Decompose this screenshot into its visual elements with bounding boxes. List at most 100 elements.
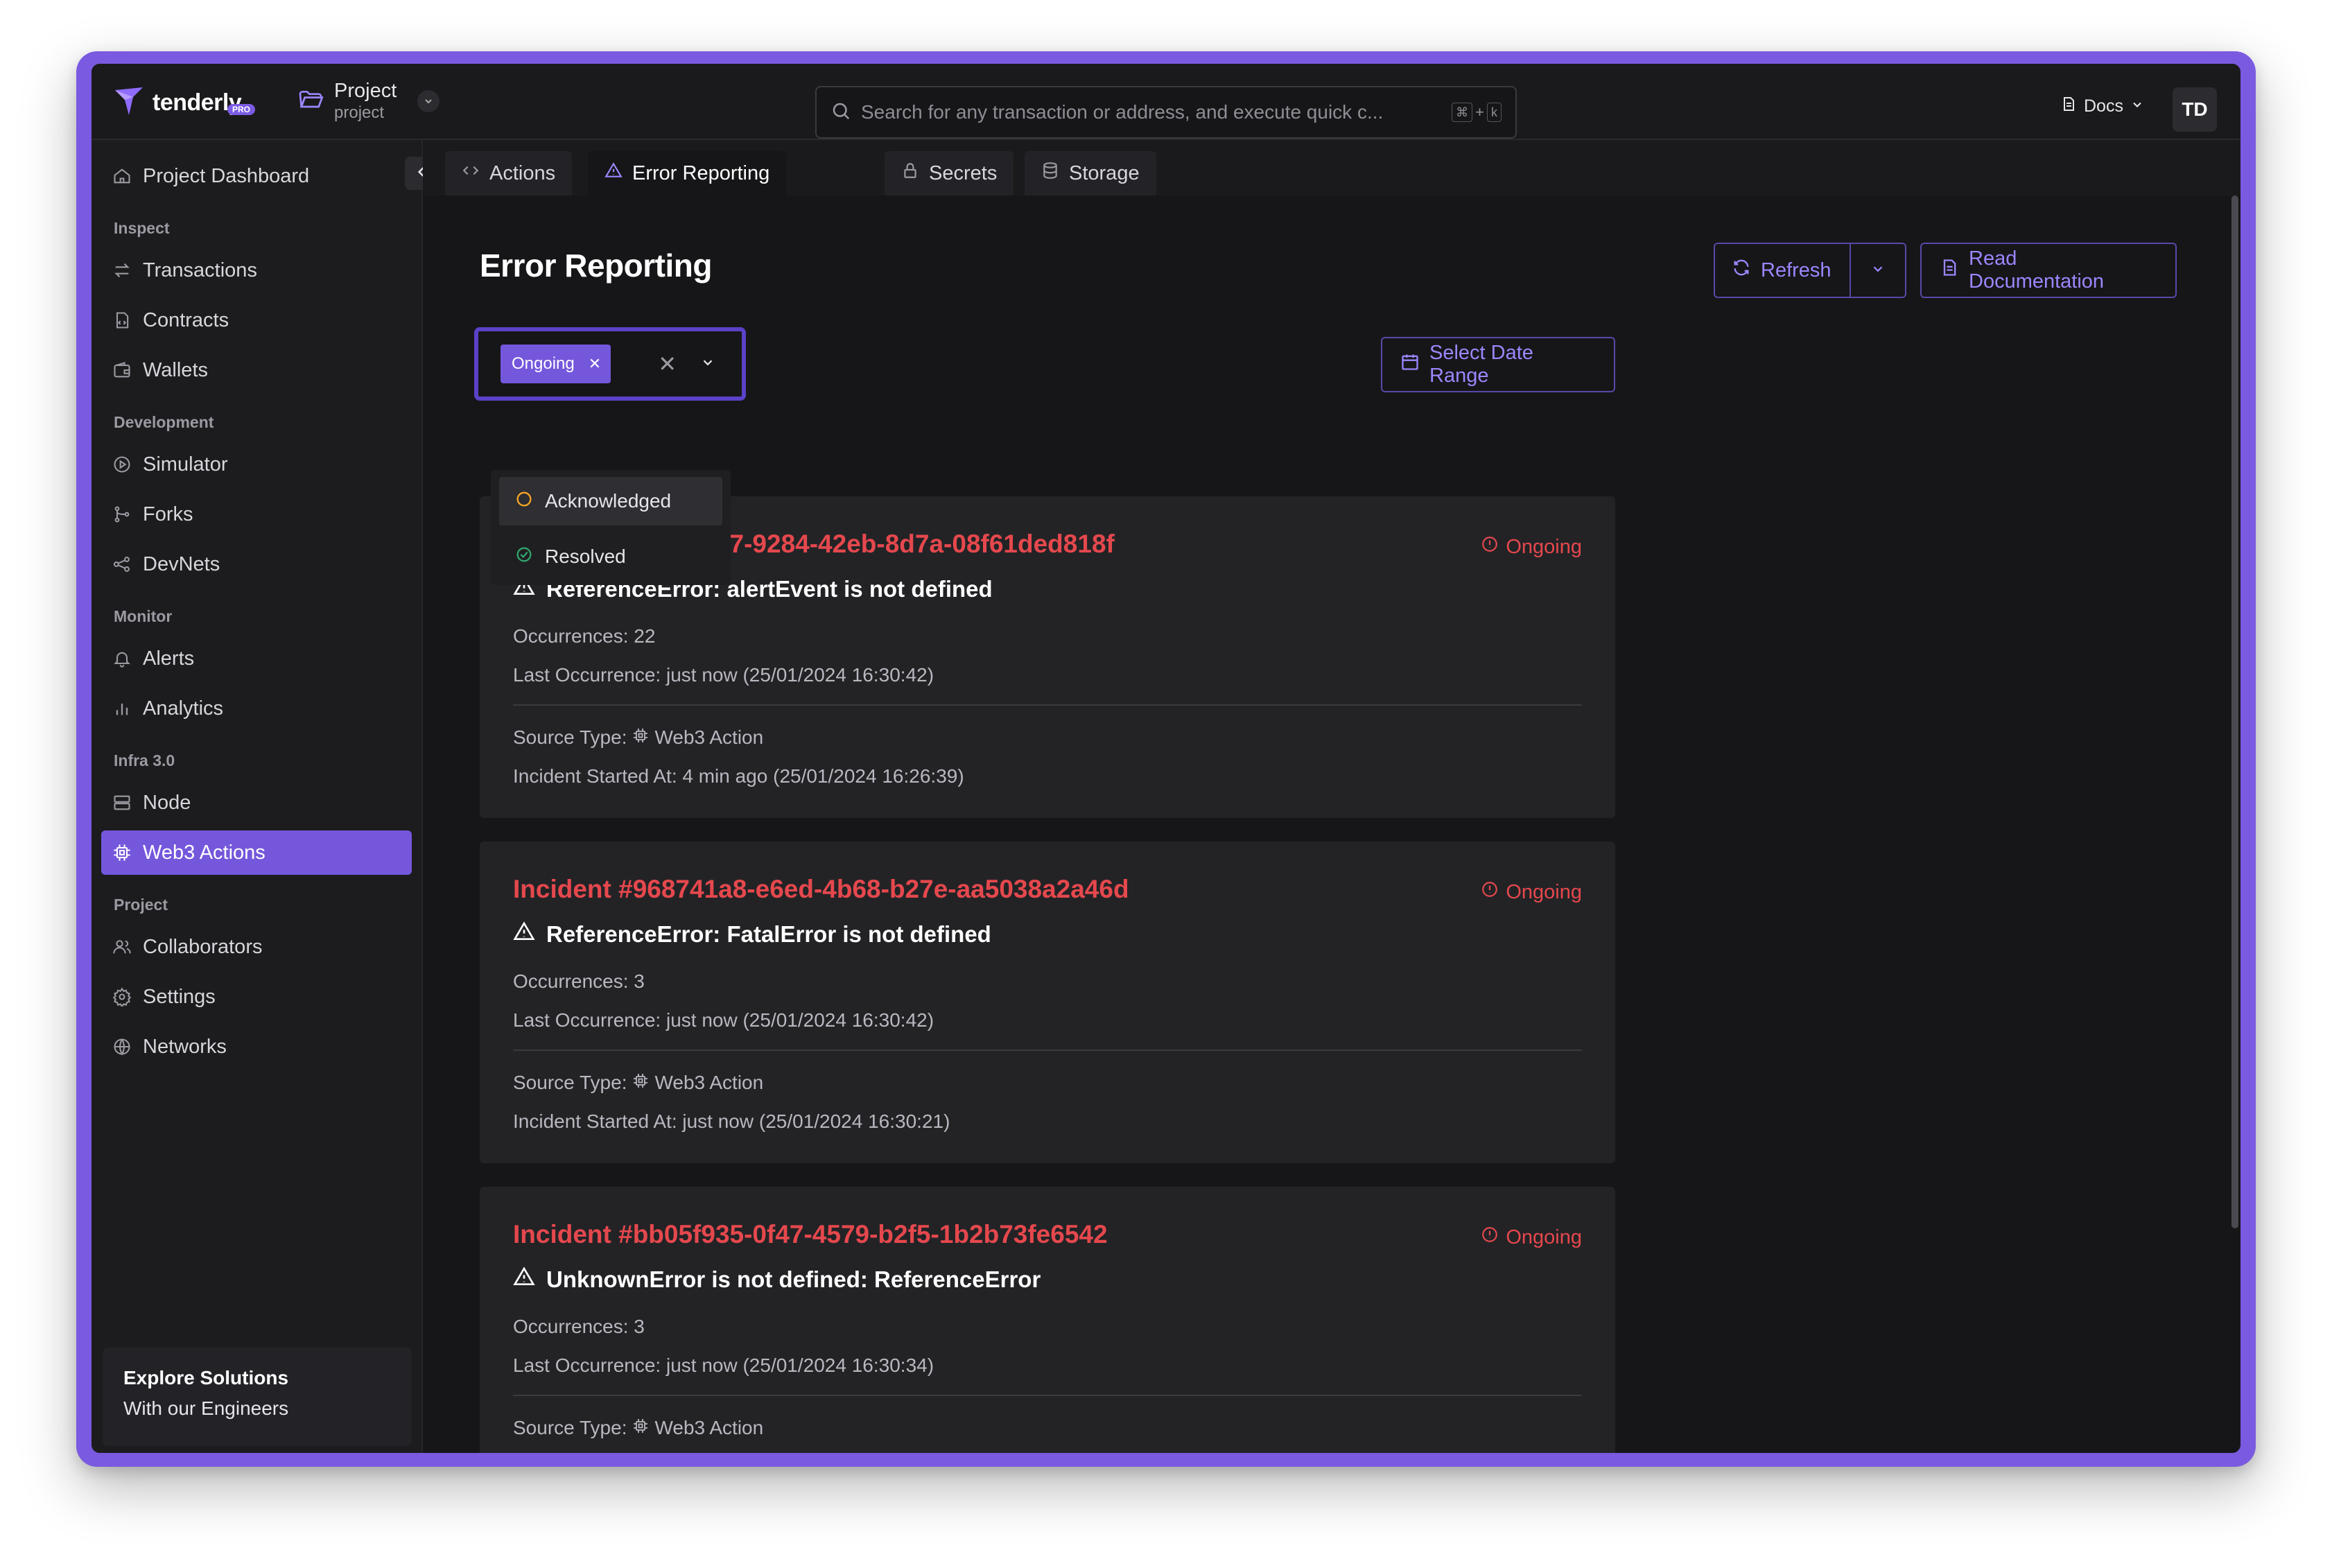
chevron-down-icon[interactable] (700, 355, 715, 374)
sidebar-item-wallets[interactable]: Wallets (101, 348, 412, 392)
project-switcher[interactable]: Project project (297, 79, 440, 123)
bar-chart-icon (112, 699, 132, 718)
sidebar-item-collaborators[interactable]: Collaborators (101, 925, 412, 969)
search-input[interactable]: Search for any transaction or address, a… (815, 86, 1517, 139)
chip-icon (112, 843, 132, 862)
warning-triangle-icon (513, 921, 535, 948)
scroll-thumb[interactable] (2231, 195, 2238, 1228)
sidebar-item-forks[interactable]: Forks (101, 492, 412, 537)
warning-triangle-icon (604, 162, 623, 185)
explore-subtitle: With our Engineers (123, 1397, 289, 1419)
git-fork-icon (112, 505, 132, 524)
status-badge: Ongoing (1481, 1226, 1582, 1249)
read-documentation-button[interactable]: Read Documentation (1920, 243, 2177, 298)
chevron-down-icon[interactable] (417, 90, 440, 112)
source-type: Source Type: Web3 Action (513, 726, 763, 749)
alert-circle-icon (1481, 880, 1499, 904)
source-type: Source Type: Web3 Action (513, 1072, 763, 1094)
lock-icon (901, 162, 919, 185)
code-icon (462, 162, 480, 185)
incident-card[interactable]: Incident #bb05f935-0f47-4579-b2f5-1b2b73… (480, 1187, 1615, 1453)
occurrences: Occurrences: 22 (513, 625, 656, 647)
explore-solutions-card[interactable]: Explore Solutions With our Engineers (103, 1348, 412, 1446)
sidebar-item-alerts[interactable]: Alerts (101, 636, 412, 681)
incident-error: UnknownError is not defined: ReferenceEr… (513, 1266, 1041, 1293)
sidebar-item-label: DevNets (143, 552, 220, 575)
clear-filter-icon[interactable]: ✕ (658, 351, 677, 377)
tab-actions[interactable]: Actions (445, 151, 573, 195)
tab-error-reporting[interactable]: Error Reporting (588, 151, 787, 195)
sidebar-item-contracts[interactable]: Contracts (101, 298, 412, 342)
divider (513, 1395, 1582, 1396)
sidebar-item-dashboard[interactable]: Project Dashboard (101, 154, 412, 198)
refresh-button[interactable]: Refresh (1715, 244, 1851, 297)
tab-storage[interactable]: Storage (1025, 151, 1156, 195)
page-title: Error Reporting (480, 247, 712, 284)
sidebar: Project Dashboard Inspect Transactions C… (92, 140, 423, 1453)
sidebar-item-networks[interactable]: Networks (101, 1025, 412, 1069)
source-type-value: Web3 Action (654, 726, 764, 748)
incident-title[interactable]: Incident #968741a8-e6ed-4b68-b27e-aa5038… (513, 875, 1129, 904)
last-occurrence: Last Occurrence: just now (25/01/2024 16… (513, 1009, 934, 1031)
cmd-key: ⌘ (1452, 103, 1473, 122)
refresh-options-button[interactable] (1851, 244, 1905, 297)
source-type-value: Web3 Action (654, 1417, 764, 1438)
sidebar-item-label: Web3 Actions (143, 841, 266, 864)
avatar[interactable]: TD (2173, 87, 2217, 132)
chip-icon (632, 726, 649, 749)
tab-secrets[interactable]: Secrets (885, 151, 1014, 195)
logo[interactable]: tenderly (112, 85, 242, 121)
alert-circle-icon (1481, 535, 1499, 559)
sidebar-item-transactions[interactable]: Transactions (101, 248, 412, 293)
source-type-prefix: Source Type: (513, 726, 627, 748)
status-badge: Ongoing (1481, 880, 1582, 904)
document-icon (2060, 96, 2077, 117)
option-acknowledged[interactable]: Acknowledged (499, 477, 722, 525)
project-name: Project (334, 80, 397, 102)
tenderly-logo-icon (112, 85, 146, 121)
pro-badge: PRO (227, 104, 256, 115)
refresh-icon (1732, 258, 1751, 283)
incident-started-at: Incident Started At: 4 min ago (25/01/20… (513, 765, 964, 787)
home-icon (112, 166, 132, 186)
sidebar-item-simulator[interactable]: Simulator (101, 442, 412, 487)
circle-outline-icon (514, 489, 534, 514)
warning-triangle-icon (513, 1266, 535, 1293)
sidebar-item-label: Transactions (143, 259, 257, 281)
calendar-icon (1400, 352, 1420, 377)
chip-icon (632, 1417, 649, 1439)
status-label: Ongoing (1506, 535, 1582, 558)
top-bar: tenderly PRO Project project Search for … (92, 64, 2240, 140)
sidebar-item-web3-actions[interactable]: Web3 Actions (101, 830, 412, 875)
arrows-swap-icon (112, 261, 132, 280)
sidebar-item-analytics[interactable]: Analytics (101, 686, 412, 731)
last-occurrence: Last Occurrence: just now (25/01/2024 16… (513, 664, 934, 686)
incident-title[interactable]: Incident #bb05f935-0f47-4579-b2f5-1b2b73… (513, 1220, 1108, 1249)
select-date-range-button[interactable]: Select Date Range (1381, 337, 1615, 392)
chip-remove-icon[interactable]: ✕ (589, 355, 601, 373)
sidebar-item-settings[interactable]: Settings (101, 975, 412, 1019)
scrollbar[interactable] (2229, 195, 2240, 1453)
section-project: Project (114, 896, 168, 914)
status-filter-select[interactable]: Ongoing ✕ ✕ (474, 327, 746, 401)
alert-circle-icon (1481, 1226, 1499, 1249)
gear-icon (112, 987, 132, 1007)
sidebar-item-label: Collaborators (143, 935, 263, 958)
folder-icon (297, 86, 324, 117)
option-resolved[interactable]: Resolved (499, 532, 722, 581)
docs-menu[interactable]: Docs (2060, 96, 2144, 117)
database-icon (1041, 162, 1059, 185)
section-development: Development (114, 413, 214, 431)
select-date-range-label: Select Date Range (1429, 342, 1533, 387)
sidebar-item-label: Wallets (143, 358, 208, 381)
incident-card[interactable]: Incident #968741a8-e6ed-4b68-b27e-aa5038… (480, 842, 1615, 1163)
option-label: Resolved (545, 546, 626, 567)
refresh-label: Refresh (1761, 259, 1831, 281)
sidebar-item-devnets[interactable]: DevNets (101, 542, 412, 586)
sidebar-item-label: Alerts (143, 647, 195, 670)
filter-chip-ongoing[interactable]: Ongoing ✕ (501, 345, 611, 383)
section-infra: Infra 3.0 (114, 751, 175, 769)
sidebar-item-label: Forks (143, 503, 193, 525)
sidebar-item-node[interactable]: Node (101, 781, 412, 825)
refresh-button-group: Refresh (1714, 243, 1906, 298)
